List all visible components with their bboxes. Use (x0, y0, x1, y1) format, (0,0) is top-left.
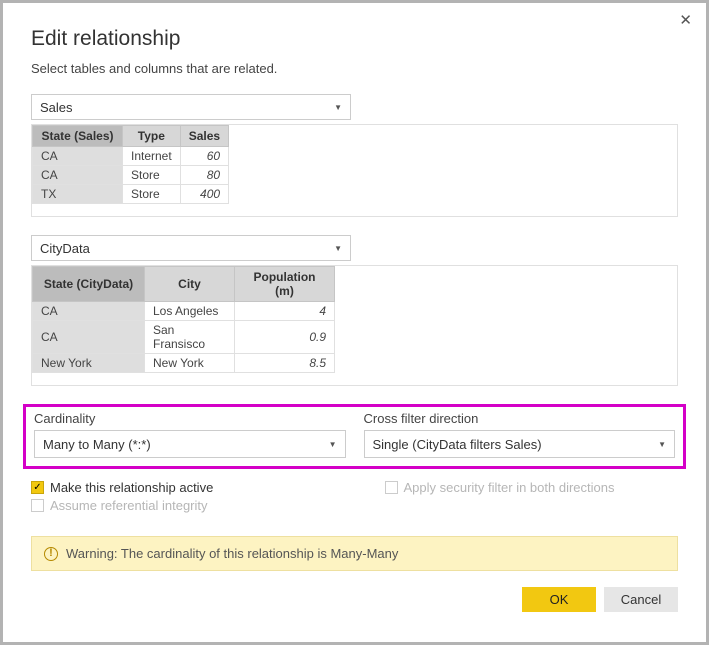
cell: New York (33, 354, 145, 373)
checkbox-row: ✓ Make this relationship active Assume r… (31, 477, 678, 516)
cancel-button[interactable]: Cancel (604, 587, 678, 612)
cell: Internet (123, 147, 181, 166)
table1-grid: State (Sales) Type Sales CA Internet 60 … (32, 125, 229, 204)
cell: San Fransisco (145, 321, 235, 354)
warning-text: Warning: The cardinality of this relatio… (66, 546, 398, 561)
table2-select[interactable]: CityData ▼ (31, 235, 351, 261)
cell: Store (123, 166, 181, 185)
table-row[interactable]: CA San Fransisco 0.9 (33, 321, 335, 354)
crossfilter-column: Cross filter direction Single (CityData … (364, 411, 676, 458)
cell: 400 (180, 185, 228, 204)
referential-checkbox: Assume referential integrity (31, 498, 325, 513)
col-header: State (CityData) (33, 267, 145, 302)
table1-select[interactable]: Sales ▼ (31, 94, 351, 120)
table1-select-value: Sales (40, 100, 73, 115)
cell: 60 (180, 147, 228, 166)
cardinality-value: Many to Many (*:*) (43, 437, 151, 452)
referential-checkbox-label: Assume referential integrity (50, 498, 208, 513)
security-checkbox: Apply security filter in both directions (385, 480, 679, 495)
crossfilter-value: Single (CityData filters Sales) (373, 437, 542, 452)
ok-button[interactable]: OK (522, 587, 596, 612)
chevron-down-icon: ▼ (329, 440, 337, 449)
cell: 4 (235, 302, 335, 321)
checkbox-icon: ✓ (31, 481, 44, 494)
col-header: Sales (180, 126, 228, 147)
cell: 8.5 (235, 354, 335, 373)
table2-preview: State (CityData) City Population (m) CA … (31, 265, 678, 386)
close-icon[interactable]: ✕ (679, 11, 692, 29)
checkbox-col-right: Apply security filter in both directions (385, 477, 679, 516)
cell: TX (33, 185, 123, 204)
security-checkbox-label: Apply security filter in both directions (404, 480, 615, 495)
cardinality-column: Cardinality Many to Many (*:*) ▼ (34, 411, 346, 458)
table-row[interactable]: CA Los Angeles 4 (33, 302, 335, 321)
table2-select-value: CityData (40, 241, 90, 256)
crossfilter-label: Cross filter direction (364, 411, 676, 426)
col-header: City (145, 267, 235, 302)
checkbox-col-left: ✓ Make this relationship active Assume r… (31, 477, 325, 516)
active-checkbox[interactable]: ✓ Make this relationship active (31, 480, 325, 495)
cell: 80 (180, 166, 228, 185)
edit-relationship-dialog: ✕ Edit relationship Select tables and co… (0, 0, 709, 645)
warning-banner: ! Warning: The cardinality of this relat… (31, 536, 678, 571)
table-header-row: State (Sales) Type Sales (33, 126, 229, 147)
table2-grid: State (CityData) City Population (m) CA … (32, 266, 335, 373)
table-header-row: State (CityData) City Population (m) (33, 267, 335, 302)
cardinality-select[interactable]: Many to Many (*:*) ▼ (34, 430, 346, 458)
table-row[interactable]: New York New York 8.5 (33, 354, 335, 373)
warning-icon: ! (44, 547, 58, 561)
cell: CA (33, 321, 145, 354)
chevron-down-icon: ▼ (334, 103, 342, 112)
cell: 0.9 (235, 321, 335, 354)
col-header: Population (m) (235, 267, 335, 302)
cardinality-crossfilter-group: Cardinality Many to Many (*:*) ▼ Cross f… (23, 404, 686, 469)
dialog-buttons: OK Cancel (31, 587, 678, 612)
cell: CA (33, 147, 123, 166)
checkbox-icon (385, 481, 398, 494)
dialog-title: Edit relationship (31, 27, 678, 51)
checkbox-icon (31, 499, 44, 512)
table-row[interactable]: CA Internet 60 (33, 147, 229, 166)
cell: Los Angeles (145, 302, 235, 321)
dialog-content: Edit relationship Select tables and colu… (3, 3, 706, 628)
cell: CA (33, 166, 123, 185)
cell: New York (145, 354, 235, 373)
crossfilter-select[interactable]: Single (CityData filters Sales) ▼ (364, 430, 676, 458)
cell: CA (33, 302, 145, 321)
dialog-subtitle: Select tables and columns that are relat… (31, 61, 678, 76)
cell: Store (123, 185, 181, 204)
table1-preview: State (Sales) Type Sales CA Internet 60 … (31, 124, 678, 217)
table-row[interactable]: CA Store 80 (33, 166, 229, 185)
chevron-down-icon: ▼ (658, 440, 666, 449)
chevron-down-icon: ▼ (334, 244, 342, 253)
col-header: Type (123, 126, 181, 147)
cardinality-label: Cardinality (34, 411, 346, 426)
col-header: State (Sales) (33, 126, 123, 147)
active-checkbox-label: Make this relationship active (50, 480, 213, 495)
table-row[interactable]: TX Store 400 (33, 185, 229, 204)
